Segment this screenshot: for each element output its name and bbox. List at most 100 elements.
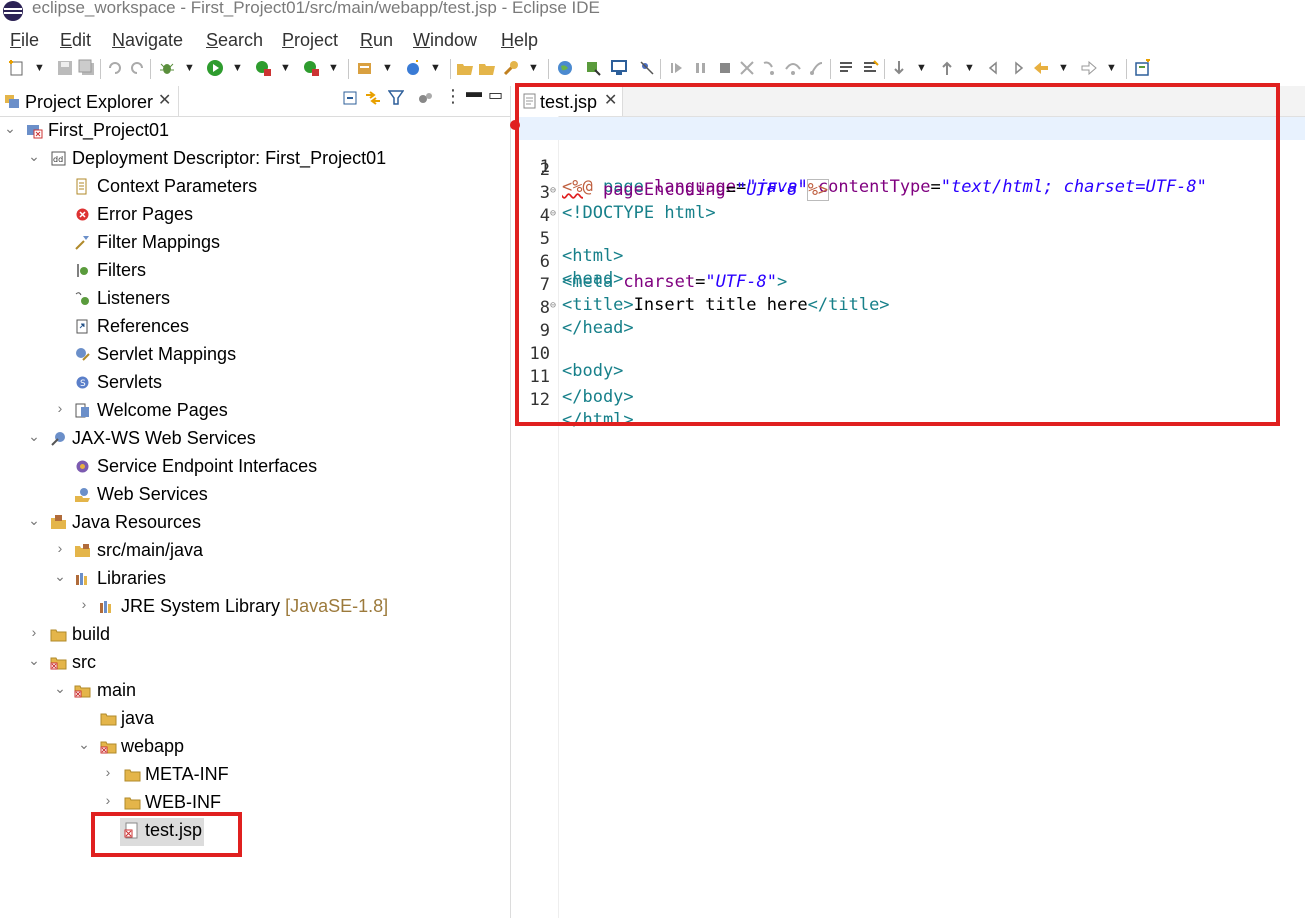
chevron-down-icon[interactable]: ▼ [1058, 62, 1069, 74]
tab-project-explorer[interactable]: Project Explorer ✕ [0, 86, 179, 116]
menu-navigate[interactable]: Navigate [112, 30, 183, 51]
run-icon[interactable] [206, 59, 224, 77]
view-menu-icon[interactable]: ⋮ [444, 86, 462, 107]
previous-annotation-icon[interactable] [938, 59, 956, 77]
skip-breakpoints-icon[interactable] [638, 59, 656, 77]
jre-library-name: JRE System Library [121, 596, 281, 616]
new-class-icon[interactable] [404, 59, 422, 77]
focus-icon[interactable] [418, 90, 434, 106]
filter-icon[interactable] [388, 90, 404, 106]
chevron-down-icon[interactable]: ▼ [280, 62, 291, 74]
new-server-icon[interactable] [356, 59, 374, 77]
terminate-icon[interactable] [716, 59, 734, 77]
chevron-down-icon[interactable]: ▼ [1106, 62, 1117, 74]
close-icon[interactable]: ✕ [158, 90, 171, 110]
tree-item-label: main [97, 680, 137, 700]
menu-search[interactable]: Search [206, 30, 263, 51]
chevron-down-icon[interactable]: ▼ [916, 62, 927, 74]
collapse-all-icon[interactable] [342, 90, 358, 106]
disconnect-icon[interactable] [738, 59, 756, 77]
folder-icon [100, 713, 117, 726]
web-project-icon [27, 125, 43, 139]
step-return-icon[interactable] [808, 59, 826, 77]
chevron-down-icon[interactable]: ⌄ [28, 652, 40, 669]
toggle-breadcrumb-icon[interactable] [838, 59, 856, 77]
tree-item-label: META-INF [145, 764, 229, 784]
save-all-icon[interactable] [78, 59, 96, 77]
menu-window[interactable]: Window [413, 30, 477, 51]
tree-item-label: Listeners [97, 288, 171, 308]
toggle-highlight-icon[interactable] [862, 59, 880, 77]
undo-icon[interactable] [106, 59, 124, 77]
chevron-down-icon[interactable]: ▼ [382, 62, 393, 74]
tree-item-label: Welcome Pages [97, 400, 228, 420]
save-icon[interactable] [56, 59, 74, 77]
step-into-icon[interactable] [760, 59, 778, 77]
chevron-down-icon[interactable]: ⌄ [54, 568, 66, 585]
folder-icon [50, 629, 67, 642]
chevron-down-icon[interactable]: ⌄ [4, 120, 16, 137]
menu-run[interactable]: Run [360, 30, 393, 51]
chevron-right-icon[interactable]: › [102, 792, 114, 808]
globe-icon[interactable] [556, 59, 574, 77]
forward-icon[interactable] [1080, 59, 1098, 77]
servlet-mappings-icon [76, 348, 90, 361]
open-type-icon[interactable] [456, 59, 474, 77]
deployment-descriptor-icon: dd [51, 151, 66, 166]
suspend-icon[interactable] [692, 59, 710, 77]
minimize-icon[interactable]: ▬ [466, 84, 482, 102]
back-icon[interactable] [1032, 59, 1050, 77]
chevron-down-icon[interactable]: ▼ [430, 62, 441, 74]
chevron-right-icon[interactable]: › [28, 624, 40, 640]
search-icon[interactable] [502, 59, 520, 77]
forward-edit-icon[interactable] [1008, 59, 1026, 77]
chevron-down-icon[interactable]: ▼ [232, 62, 243, 74]
chevron-right-icon[interactable]: › [78, 596, 90, 612]
chevron-down-icon[interactable]: ▼ [964, 62, 975, 74]
svg-text:dd: dd [53, 155, 63, 164]
next-annotation-icon[interactable] [890, 59, 908, 77]
chevron-down-icon[interactable]: ▼ [528, 62, 539, 74]
menu-file[interactable]: File [10, 30, 39, 51]
tree-item-label: Error Pages [97, 204, 194, 224]
chevron-right-icon[interactable]: › [54, 400, 66, 416]
new-icon[interactable] [8, 59, 26, 77]
window-title: eclipse_workspace - First_Project01/src/… [32, 0, 600, 17]
title-bar: eclipse_workspace - First_Project01/src/… [0, 0, 1305, 22]
open-resource-icon[interactable] [478, 59, 496, 77]
chevron-down-icon[interactable]: ⌄ [78, 736, 90, 753]
chevron-down-icon[interactable]: ⌄ [28, 148, 40, 165]
monitor-icon[interactable] [610, 59, 628, 77]
run-server-icon[interactable] [302, 59, 320, 77]
eclipse-logo-icon [3, 1, 23, 21]
chevron-down-icon[interactable]: ▼ [184, 62, 195, 74]
chevron-down-icon[interactable]: ▼ [34, 62, 45, 74]
menu-edit[interactable]: Edit [60, 30, 91, 51]
tree-item-label: src/main/java [97, 540, 204, 560]
last-edit-icon[interactable] [986, 59, 1004, 77]
source-folder-icon [75, 544, 90, 557]
libraries-icon [76, 573, 87, 585]
chevron-down-icon[interactable]: ⌄ [28, 512, 40, 529]
chevron-down-icon[interactable]: ⌄ [28, 428, 40, 445]
maximize-icon[interactable]: ▭ [488, 85, 503, 105]
debug-icon[interactable] [158, 59, 176, 77]
tree-item-label: Libraries [97, 568, 167, 588]
project-explorer-panel: Project Explorer ✕ ⋮ ▬ ▭ ⌄ First_Project… [0, 84, 511, 918]
step-over-icon[interactable] [784, 59, 802, 77]
resume-icon[interactable] [668, 59, 686, 77]
menu-help[interactable]: Help [501, 30, 538, 51]
chevron-down-icon[interactable]: ▼ [328, 62, 339, 74]
coverage-icon[interactable] [254, 59, 272, 77]
chevron-right-icon[interactable]: › [54, 540, 66, 556]
chevron-right-icon[interactable]: › [102, 764, 114, 780]
open-perspective-icon[interactable] [1134, 59, 1152, 77]
perspective-icon[interactable] [584, 59, 602, 77]
listeners-icon [75, 292, 89, 305]
tab-label: Project Explorer [25, 92, 154, 112]
link-with-editor-icon[interactable] [364, 90, 382, 106]
redo-icon[interactable] [128, 59, 146, 77]
web-services-icon [75, 488, 90, 502]
menu-project[interactable]: Project [282, 30, 338, 51]
chevron-down-icon[interactable]: ⌄ [54, 680, 66, 697]
